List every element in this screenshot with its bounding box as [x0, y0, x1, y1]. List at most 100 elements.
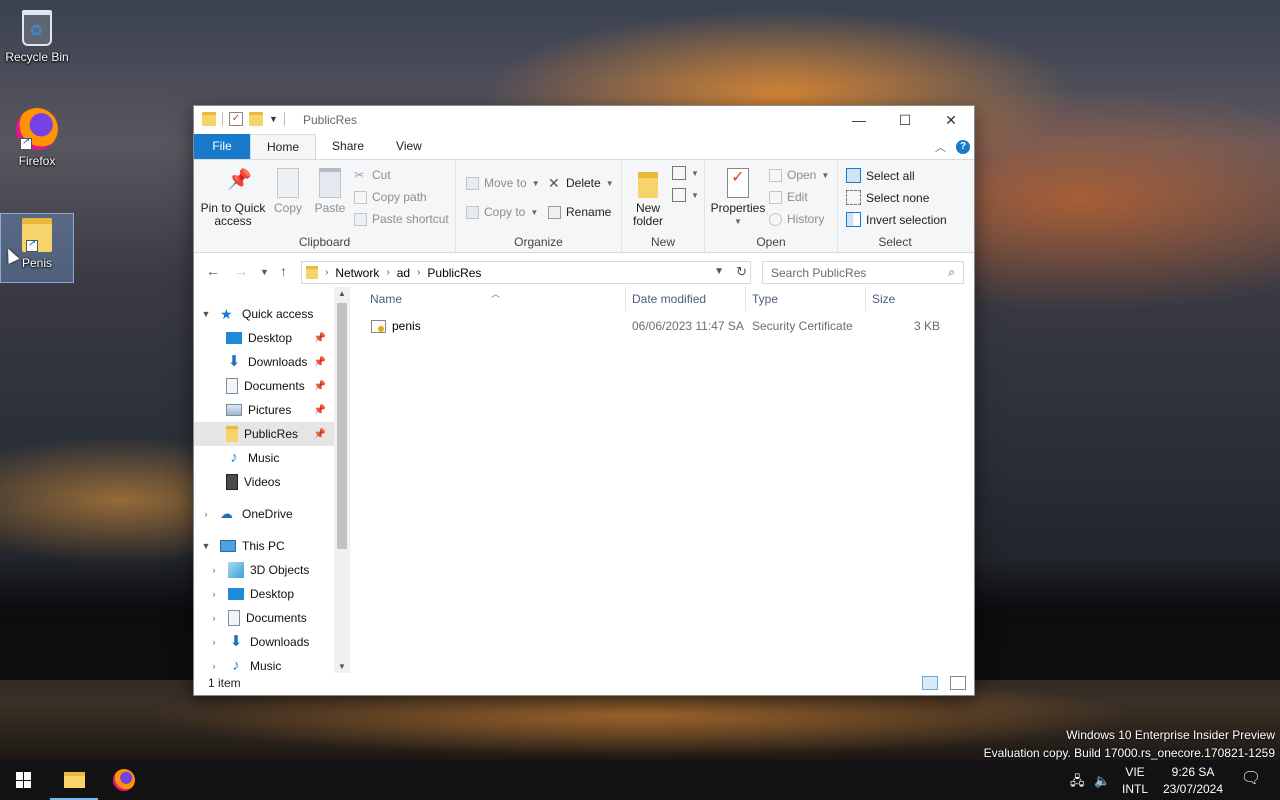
edit-icon — [769, 190, 782, 204]
new-folder-qat-icon[interactable] — [249, 112, 263, 126]
scroll-up-chevron-icon[interactable]: ▲ — [334, 289, 350, 298]
paste-shortcut-button[interactable]: Paste shortcut — [354, 212, 449, 226]
nav-publicres[interactable]: PublicRes 📌 — [194, 422, 334, 446]
large-icons-view-icon[interactable] — [950, 676, 966, 690]
maximize-button[interactable]: ☐ — [882, 106, 928, 134]
column-header-name[interactable]: Name ︿ — [351, 287, 621, 311]
nav-this-pc[interactable]: ▼ This PC — [194, 534, 334, 558]
move-to-button[interactable]: Move to ▼ — [466, 176, 540, 190]
nav-music[interactable]: ♪ Music — [194, 446, 334, 470]
nav-onedrive[interactable]: › ☁ OneDrive — [194, 502, 334, 526]
new-folder-button[interactable]: New folder — [626, 168, 670, 228]
nav-pc-desktop[interactable]: › Desktop — [194, 582, 334, 606]
clock[interactable]: 9:26 SA 23/07/2024 — [1156, 764, 1230, 798]
column-header-type[interactable]: Type — [745, 287, 865, 311]
select-all-button[interactable]: Select all — [846, 168, 915, 183]
expand-chevron-icon[interactable]: ▼ — [200, 309, 212, 319]
tab-home[interactable]: Home — [250, 134, 317, 159]
volume-icon[interactable]: 🔈 — [1094, 772, 1110, 789]
edit-button[interactable]: Edit — [769, 190, 808, 204]
group-clipboard: 📌 Pin to Quick access Copy Paste ✂ Cut C… — [194, 160, 456, 252]
nav-desktop[interactable]: Desktop 📌 — [194, 326, 334, 350]
breadcrumb-network[interactable]: Network — [335, 266, 379, 280]
search-input[interactable]: Search PublicRes — [771, 266, 866, 280]
forward-arrow-icon[interactable]: → — [234, 263, 248, 279]
new-item-button[interactable]: ▼ — [672, 166, 699, 180]
help-icon[interactable]: ? — [956, 140, 970, 154]
expand-chevron-icon[interactable]: › — [208, 637, 220, 647]
minimize-button[interactable]: — — [836, 106, 882, 134]
scroll-down-chevron-icon[interactable]: ▼ — [334, 662, 350, 671]
taskbar-firefox[interactable] — [100, 760, 148, 800]
rename-button[interactable]: Rename — [548, 205, 611, 219]
nav-pane-scrollbar[interactable]: ▲ ▼ — [334, 287, 350, 673]
select-none-button[interactable]: Select none — [846, 190, 929, 205]
breadcrumb-separator-icon[interactable]: › — [417, 267, 420, 278]
nav-downloads[interactable]: ⬇ Downloads 📌 — [194, 350, 334, 374]
nav-quick-access[interactable]: ▼ ★ Quick access — [194, 302, 334, 326]
back-arrow-icon[interactable]: ← — [206, 263, 220, 279]
properties-qat-icon[interactable]: ✓ — [229, 112, 243, 126]
expand-chevron-icon[interactable]: ▼ — [200, 541, 212, 551]
nav-pictures[interactable]: Pictures 📌 — [194, 398, 334, 422]
history-button[interactable]: History — [769, 212, 824, 226]
search-box[interactable]: Search PublicRes ⌕ — [762, 261, 964, 284]
nav-pc-documents[interactable]: › Documents — [194, 606, 334, 630]
expand-chevron-icon[interactable]: › — [200, 509, 212, 519]
expand-chevron-icon[interactable]: › — [208, 661, 220, 671]
delete-button[interactable]: ✕ Delete ▼ — [548, 174, 614, 191]
nav-3d-objects[interactable]: › 3D Objects — [194, 558, 334, 582]
pin-icon[interactable]: 📌 — [314, 405, 326, 416]
nav-documents[interactable]: Documents 📌 — [194, 374, 334, 398]
breadcrumb-separator-icon[interactable]: › — [325, 267, 328, 278]
minimize-ribbon-chevron-icon[interactable]: ︿ — [935, 139, 946, 155]
address-dropdown-chevron-icon[interactable]: ▼ — [714, 266, 724, 277]
tab-share[interactable]: Share — [316, 134, 380, 159]
column-header-size[interactable]: Size — [865, 287, 945, 311]
start-button[interactable] — [0, 760, 48, 800]
pin-icon[interactable]: 📌 — [314, 429, 326, 440]
copy-path-button[interactable]: Copy path — [354, 190, 427, 204]
column-header-date-modified[interactable]: Date modified — [625, 287, 745, 311]
tab-view[interactable]: View — [380, 134, 438, 159]
desktop-icon-recycle-bin[interactable]: Recycle Bin — [0, 6, 74, 64]
delete-x-icon: ✕ — [548, 174, 560, 191]
copy-to-button[interactable]: Copy to ▼ — [466, 205, 538, 219]
desktop-icon-label: Recycle Bin — [5, 50, 69, 64]
pin-icon[interactable]: 📌 — [314, 357, 326, 368]
taskbar-file-explorer[interactable] — [50, 760, 98, 800]
customize-qat-chevron-icon[interactable]: ▼ — [269, 114, 278, 124]
recent-locations-chevron-icon[interactable]: ▼ — [260, 267, 269, 277]
nav-videos[interactable]: Videos — [194, 470, 334, 494]
expand-chevron-icon[interactable]: › — [208, 565, 220, 575]
properties-button[interactable]: ✓ Properties ▼ — [709, 168, 767, 228]
scrollbar-thumb[interactable] — [337, 303, 347, 549]
open-button[interactable]: Open ▼ — [769, 168, 829, 182]
action-center-icon[interactable]: 🗨 — [1238, 770, 1264, 787]
network-icon[interactable]: 🖧 — [1070, 772, 1085, 789]
address-bar[interactable]: › Network › ad › PublicRes ▼ ↻ — [301, 261, 751, 284]
file-row[interactable]: penis 06/06/2023 11:47 SA Security Certi… — [351, 316, 951, 336]
expand-chevron-icon[interactable]: › — [208, 613, 220, 623]
cube-icon — [228, 562, 244, 578]
nav-pc-downloads[interactable]: › ⬇ Downloads — [194, 630, 334, 654]
copy-button[interactable]: Copy — [268, 168, 308, 215]
up-arrow-icon[interactable]: ↑ — [280, 263, 287, 279]
tab-file[interactable]: File — [194, 134, 250, 159]
refresh-icon[interactable]: ↻ — [736, 264, 747, 280]
breadcrumb-ad[interactable]: ad — [397, 266, 410, 280]
paste-button[interactable]: Paste — [310, 168, 350, 215]
breadcrumb-publicres[interactable]: PublicRes — [427, 266, 481, 280]
pin-icon[interactable]: 📌 — [314, 333, 326, 344]
expand-chevron-icon[interactable]: › — [208, 589, 220, 599]
pin-to-quick-access-button[interactable]: 📌 Pin to Quick access — [200, 168, 266, 228]
easy-access-button[interactable]: ▼ — [672, 188, 699, 202]
input-language-indicator[interactable]: VIE INTL — [1120, 764, 1150, 798]
breadcrumb-separator-icon[interactable]: › — [386, 267, 389, 278]
desktop-icon-firefox[interactable]: Firefox — [0, 108, 74, 168]
details-view-icon[interactable] — [922, 676, 938, 690]
cut-button[interactable]: ✂ Cut — [354, 168, 391, 182]
invert-selection-button[interactable]: Invert selection — [846, 212, 947, 227]
pin-icon[interactable]: 📌 — [314, 381, 326, 392]
close-button[interactable]: ✕ — [928, 106, 974, 134]
